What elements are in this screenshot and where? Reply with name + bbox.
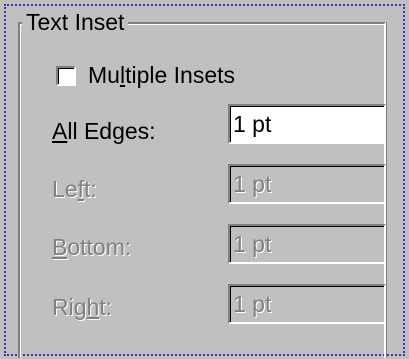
all-edges-label-accel: A (52, 118, 68, 144)
multiple-insets-checkbox[interactable] (56, 66, 76, 86)
left-label-pre: Le (52, 176, 78, 202)
bottom-input[interactable]: 1 pt (228, 224, 386, 264)
left-label: Left: (52, 176, 97, 202)
all-edges-label: All Edges: (52, 118, 156, 144)
right-input[interactable]: 1 pt (228, 284, 386, 324)
all-edges-input[interactable]: 1 pt (228, 104, 386, 144)
right-label-pre: Rig (52, 294, 87, 320)
multiple-insets-label-post: tiple Insets (125, 62, 236, 88)
multiple-insets-label[interactable]: Multiple Insets (88, 62, 235, 88)
right-label: Right: (52, 294, 112, 320)
bottom-label: Bottom: (52, 234, 131, 260)
all-edges-label-post: ll Edges: (67, 118, 156, 144)
left-label-post: t: (83, 176, 97, 202)
group-title: Text Inset (22, 10, 129, 34)
bottom-label-accel: B (52, 234, 68, 260)
right-label-accel: h (86, 294, 100, 320)
multiple-insets-label-pre: Mu (88, 62, 120, 88)
bottom-label-post: ottom: (67, 234, 132, 260)
left-input[interactable]: 1 pt (228, 164, 386, 204)
right-label-post: t: (99, 294, 113, 320)
